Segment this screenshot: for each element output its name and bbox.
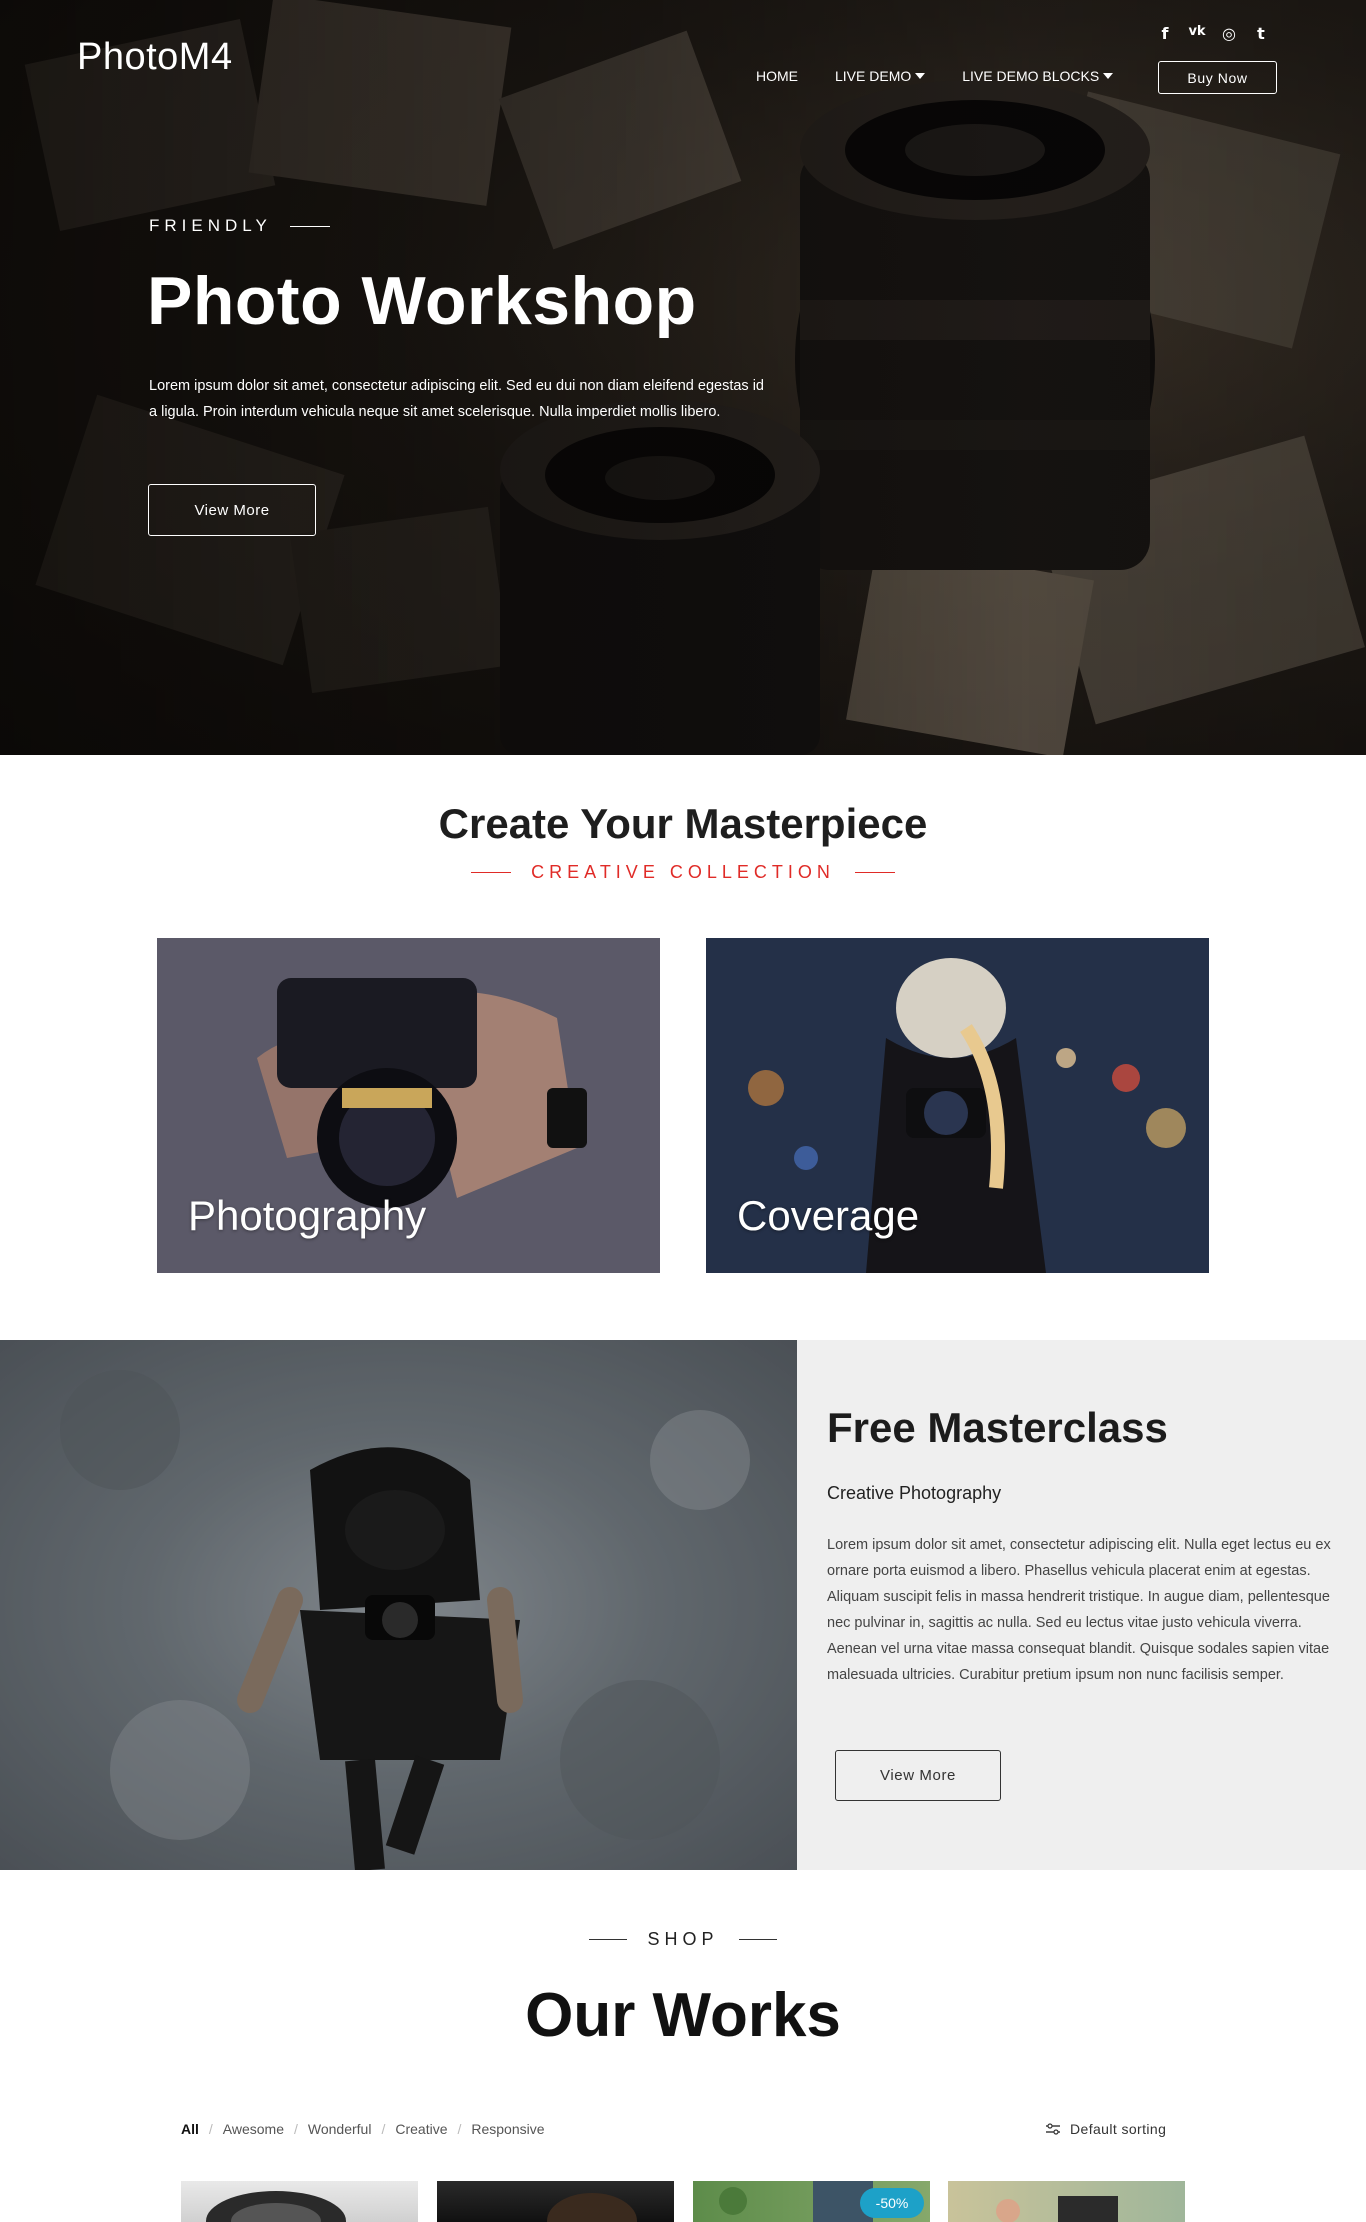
sale-badge: -50% <box>860 2188 924 2218</box>
hero-eyebrow: FRIENDLY <box>149 216 330 236</box>
buy-now-button[interactable]: Buy Now <box>1158 61 1277 94</box>
nav-live-demo[interactable]: LIVE DEMO <box>835 68 926 84</box>
masterclass-title: Free Masterclass <box>827 1404 1168 1451</box>
filter-awesome[interactable]: Awesome <box>223 2121 284 2137</box>
sorting-select[interactable]: Default sorting <box>1046 2121 1166 2137</box>
collection-subtitle-text: CREATIVE COLLECTION <box>531 862 835 882</box>
masterclass-subtitle: Creative Photography <box>827 1483 1002 1503</box>
eyebrow-divider <box>289 225 330 227</box>
hero-section: PhotoM4 f vk ◎ t HOME LIVE DEMO LIVE DEM… <box>0 0 1366 755</box>
subtitle-right-divider <box>854 871 895 874</box>
sorting-label: Default sorting <box>1070 2121 1167 2137</box>
collection-subtitle: CREATIVE COLLECTION <box>0 862 1366 883</box>
coverage-card-label: Coverage <box>737 1192 920 1239</box>
shop-left-divider <box>589 1938 628 1941</box>
nav-home-label: HOME <box>756 68 798 84</box>
product-filters: All / Awesome / Wonderful / Creative / Respo… <box>181 2121 555 2137</box>
hero-description: Lorem ipsum dolor sit amet, consectetur … <box>149 378 764 420</box>
masterclass-description: Lorem ipsum dolor sit amet, consectetur … <box>827 1537 1331 1683</box>
product-card[interactable] <box>437 2181 674 2222</box>
twitter-icon[interactable]: t <box>1252 24 1270 43</box>
product-card[interactable] <box>181 2181 418 2222</box>
brand-logo[interactable]: PhotoM4 <box>77 36 233 79</box>
main-nav: HOME LIVE DEMO LIVE DEMO BLOCKS <box>756 68 1150 84</box>
shop-title: Our Works <box>525 1981 841 2050</box>
instagram-icon[interactable]: ◎ <box>1220 24 1238 43</box>
collection-title: Create Your Masterpiece <box>438 800 928 847</box>
hero-view-more-button[interactable]: View More <box>148 484 316 536</box>
shop-eyebrow: SHOP <box>0 1929 1366 1950</box>
caret-down-icon <box>1103 73 1114 79</box>
coverage-card[interactable]: Coverage <box>706 938 1209 1273</box>
filter-separator: / <box>457 2121 462 2137</box>
filter-responsive[interactable]: Responsive <box>471 2121 544 2137</box>
hero-eyebrow-text: FRIENDLY <box>149 216 272 235</box>
filter-all[interactable]: All <box>181 2121 199 2137</box>
nav-live-demo-label: LIVE DEMO <box>835 68 912 84</box>
product-camera-image <box>547 2193 637 2222</box>
sort-icon <box>1046 2123 1060 2135</box>
vk-icon[interactable]: vk <box>1188 24 1206 43</box>
photography-card[interactable]: Photography <box>157 938 660 1273</box>
filter-separator: / <box>381 2121 386 2137</box>
product-hands-image <box>996 2196 1118 2222</box>
masterclass-image <box>0 1340 797 1870</box>
filter-separator: / <box>294 2121 298 2137</box>
nav-live-demo-blocks-label: LIVE DEMO BLOCKS <box>962 68 1100 84</box>
nav-live-demo-blocks[interactable]: LIVE DEMO BLOCKS <box>962 68 1114 84</box>
photographer-top-view <box>0 1340 797 1870</box>
photography-card-label: Photography <box>188 1192 427 1239</box>
filter-separator: / <box>208 2121 213 2137</box>
product-card[interactable] <box>948 2181 1185 2222</box>
filter-creative[interactable]: Creative <box>395 2121 447 2137</box>
masterclass-view-more-button[interactable]: View More <box>835 1750 1001 1801</box>
caret-down-icon <box>915 73 926 79</box>
nav-home[interactable]: HOME <box>756 68 798 84</box>
shop-eyebrow-text: SHOP <box>647 1929 719 1949</box>
shop-right-divider <box>738 1938 777 1941</box>
filter-wonderful[interactable]: Wonderful <box>308 2121 372 2137</box>
facebook-icon[interactable]: f <box>1156 24 1174 43</box>
hero-title: Photo Workshop <box>147 263 697 339</box>
product-lens-image <box>206 2191 346 2222</box>
subtitle-left-divider <box>471 871 512 874</box>
social-links: f vk ◎ t <box>1156 24 1270 43</box>
